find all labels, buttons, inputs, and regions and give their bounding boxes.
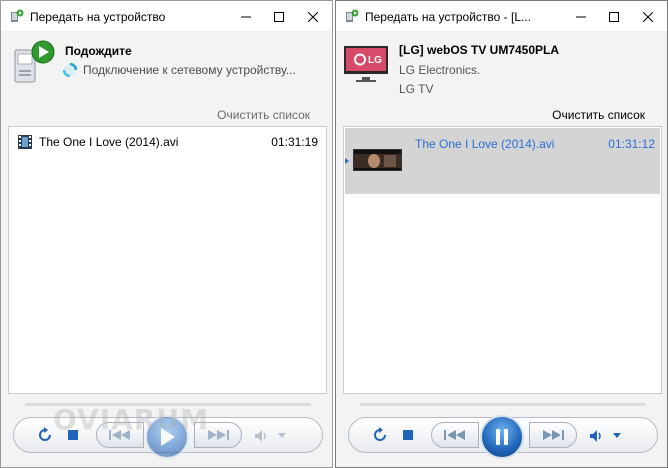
repeat-icon — [374, 427, 386, 441]
stop-button[interactable] — [66, 428, 80, 442]
minimize-icon — [576, 16, 586, 17]
maximize-button[interactable] — [597, 1, 631, 32]
repeat-button[interactable] — [36, 426, 54, 444]
volume-icon — [590, 430, 601, 442]
play-icon — [161, 428, 175, 446]
minimize-icon — [241, 16, 251, 17]
cast-window-connected: Передать на устройство - [L... LG [LG] w… — [335, 0, 668, 468]
status-title: Подождите — [65, 44, 132, 58]
maximize-icon — [274, 11, 284, 22]
play-button[interactable] — [145, 415, 189, 459]
clear-list-link[interactable]: Очистить список — [217, 108, 310, 122]
window-title: Передать на устройство — [30, 10, 166, 24]
volume-button[interactable] — [254, 428, 270, 444]
playlist-item-selected[interactable]: The One I Love (2014).avi 01:31:12 — [345, 128, 660, 194]
next-icon — [543, 430, 564, 440]
cast-window-connecting: Передать на устройство Подождите Подключ… — [0, 0, 333, 468]
cast-to-device-icon — [346, 9, 359, 22]
playlist-item[interactable]: The One I Love (2014).avi 01:31:19 — [9, 131, 326, 153]
close-button[interactable] — [296, 1, 330, 32]
minimize-button[interactable] — [229, 1, 263, 32]
previous-button[interactable] — [96, 422, 144, 448]
close-icon — [308, 11, 318, 22]
close-button[interactable] — [631, 1, 665, 32]
repeat-button[interactable] — [371, 426, 389, 444]
repeat-icon — [39, 427, 51, 441]
tv-icon: LG — [344, 46, 388, 82]
connection-status: Подключение к сетевому устройству... — [63, 63, 296, 77]
seek-bar[interactable] — [25, 403, 311, 406]
next-button[interactable] — [194, 422, 242, 448]
track-duration: 01:31:12 — [608, 137, 655, 151]
stop-icon — [403, 430, 413, 440]
now-playing-marker — [345, 158, 349, 164]
pause-button[interactable] — [480, 415, 524, 459]
previous-button[interactable] — [431, 422, 479, 448]
clear-list-link[interactable]: Очистить список — [552, 108, 645, 122]
volume-button[interactable] — [589, 428, 605, 444]
film-icon — [18, 135, 32, 149]
chevron-down-icon — [613, 433, 621, 438]
previous-icon — [109, 430, 130, 440]
next-button[interactable] — [529, 422, 577, 448]
pause-icon — [496, 429, 508, 445]
title-bar[interactable]: Передать на устройство — [1, 1, 332, 32]
playlist: The One I Love (2014).avi 01:31:12 — [343, 126, 662, 394]
track-title: The One I Love (2014).avi — [39, 135, 179, 149]
stop-icon — [68, 430, 78, 440]
maximize-icon — [609, 11, 619, 22]
volume-icon — [255, 430, 266, 442]
device-header: LG [LG] webOS TV UM7450PLA LG Electronic… — [336, 32, 667, 122]
seek-bar[interactable] — [360, 403, 646, 406]
stop-button[interactable] — [401, 428, 415, 442]
thumbnail-image — [354, 150, 401, 170]
video-thumbnail — [353, 149, 402, 171]
chevron-down-icon — [278, 433, 286, 438]
previous-icon — [444, 430, 465, 440]
spinner-icon — [63, 63, 77, 77]
playback-controls — [13, 415, 323, 459]
next-icon — [208, 430, 229, 440]
track-duration: 01:31:19 — [271, 135, 318, 149]
tv-logo-text: LG — [368, 55, 382, 66]
volume-dropdown-button[interactable] — [613, 432, 621, 440]
status-text: Подключение к сетевому устройству... — [83, 63, 296, 77]
track-title: The One I Love (2014).avi — [415, 137, 555, 151]
playback-controls — [348, 415, 658, 459]
device-model: LG TV — [399, 82, 434, 96]
close-icon — [643, 11, 653, 22]
window-title: Передать на устройство - [L... — [365, 10, 532, 24]
device-name: [LG] webOS TV UM7450PLA — [399, 43, 560, 57]
media-device-icon — [14, 40, 55, 83]
device-manufacturer: LG Electronics. — [399, 63, 481, 77]
maximize-button[interactable] — [262, 1, 296, 32]
playlist: The One I Love (2014).avi 01:31:19 — [8, 126, 327, 394]
minimize-button[interactable] — [564, 1, 598, 32]
cast-to-device-icon — [11, 9, 24, 22]
title-bar[interactable]: Передать на устройство - [L... — [336, 1, 667, 32]
device-header: Подождите Подключение к сетевому устройс… — [1, 32, 332, 122]
volume-dropdown-button[interactable] — [278, 432, 286, 440]
